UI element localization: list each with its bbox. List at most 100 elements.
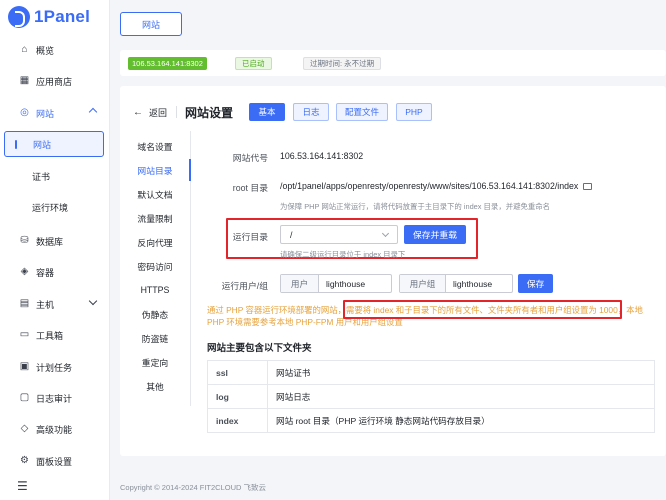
logo[interactable]: 1Panel xyxy=(8,6,90,28)
menu-item-default-doc[interactable]: 默认文档 xyxy=(120,183,190,205)
footer-copyright: Copyright © 2014-2024 FIT2CLOUD 飞致云 xyxy=(120,483,266,492)
arrow-left-icon: ← xyxy=(133,107,143,118)
group-prefix: 用户组 xyxy=(400,275,446,292)
page-title: 网站设置 xyxy=(185,106,234,120)
run-dir-hint: 请确保二级运行目录位于 index 目录下 xyxy=(280,250,406,259)
sidebar-item-containers[interactable]: ◈ 容器 xyxy=(0,259,110,285)
sidebar-item-app-store[interactable]: ▦ 应用商店 xyxy=(0,68,110,94)
home-icon: ⌂ xyxy=(21,44,28,55)
user-input[interactable]: lighthouse xyxy=(319,275,391,292)
folder-name: index xyxy=(207,408,268,433)
host-icon: ▤ xyxy=(19,298,30,309)
run-dir-selected-value: / xyxy=(290,230,293,240)
sidebar-subitem-runtime[interactable]: 运行环境 xyxy=(0,194,110,220)
menu-item-redirect[interactable]: 重定向 xyxy=(120,351,190,373)
apps-icon: ▦ xyxy=(19,75,30,86)
folder-description: 网站日志 xyxy=(267,384,655,409)
log-icon: ▢ xyxy=(19,392,30,403)
sidebar-item-cron[interactable]: ▣ 计划任务 xyxy=(0,354,110,380)
root-dir-hint: 为保障 PHP 网站正常运行，请将代码放置于主目录下的 index 目录，并避免… xyxy=(280,202,551,211)
site-code-label: 网站代号 xyxy=(232,153,268,163)
back-label: 返回 xyxy=(149,108,168,118)
sidebar-item-label: 应用商店 xyxy=(36,76,73,87)
sidebar-item-label: 日志审计 xyxy=(36,393,73,404)
run-dir-select[interactable]: / xyxy=(280,225,398,244)
logo-text: 1Panel xyxy=(34,7,91,26)
sidebar-subitem-label: 证书 xyxy=(32,171,51,182)
sidebar-item-websites[interactable]: ◎ 网站 xyxy=(0,100,110,126)
folders-table: ssl 网站证书 log 网站日志 index 网站 root 目录（PHP 运… xyxy=(207,360,655,433)
sidebar-item-overview[interactable]: ⌂ 概览 xyxy=(0,37,110,63)
tab-websites[interactable]: 网站 xyxy=(120,12,182,36)
expire-badge: 过期时间: 永不过期 xyxy=(303,57,382,70)
tab-logs[interactable]: 日志 xyxy=(293,103,329,121)
chevron-down-icon xyxy=(381,229,390,238)
sidebar-item-label: 工具箱 xyxy=(36,330,64,341)
user-prefix: 用户 xyxy=(281,275,319,292)
sidebar-item-panel-settings[interactable]: ⚙ 面板设置 xyxy=(0,448,110,474)
folder-icon[interactable] xyxy=(583,183,593,190)
group-input[interactable]: lighthouse xyxy=(446,275,512,292)
folder-name: log xyxy=(207,384,268,409)
site-code-value: 106.53.164.141:8302 xyxy=(280,151,364,161)
run-user-label: 运行用户/组 xyxy=(221,281,268,291)
divider xyxy=(176,106,177,118)
logo-icon xyxy=(8,6,30,28)
tab-basic[interactable]: 基本 xyxy=(249,103,285,121)
globe-icon: ◎ xyxy=(20,107,29,118)
sidebar-item-label: 计划任务 xyxy=(36,362,73,373)
folders-section-title: 网站主要包含以下文件夹 xyxy=(207,343,312,354)
sidebar-subitem-label: 网站 xyxy=(33,139,52,150)
save-button[interactable]: 保存 xyxy=(518,274,553,293)
menu-item-other[interactable]: 其他 xyxy=(120,375,190,397)
warning-text-start: 通过 PHP 容器运行环境部署的网站， xyxy=(207,305,346,315)
user-field[interactable]: 用户 lighthouse xyxy=(280,274,392,293)
menu-item-hotlink-protection[interactable]: 防盗链 xyxy=(120,327,190,349)
website-address-badge: 106.53.164.141:8302 xyxy=(128,57,207,70)
calendar-icon: ▣ xyxy=(19,361,30,372)
folder-name: ssl xyxy=(207,360,268,385)
toolbox-icon: ▭ xyxy=(19,329,30,340)
tab-php[interactable]: PHP xyxy=(396,103,432,121)
container-icon: ◈ xyxy=(20,266,29,277)
sidebar-item-label: 主机 xyxy=(36,299,55,310)
menu-item-rewrite[interactable]: 伪静态 xyxy=(120,303,190,325)
run-dir-label: 运行目录 xyxy=(232,232,268,242)
sidebar-item-label: 面板设置 xyxy=(36,456,73,467)
sidebar-subitem-certificates[interactable]: 证书 xyxy=(0,163,110,189)
menu-active-indicator xyxy=(189,159,191,181)
sidebar-item-log-audit[interactable]: ▢ 日志审计 xyxy=(0,385,110,411)
menu-collapse-icon[interactable]: ☰ xyxy=(17,479,28,493)
root-dir-value: /opt/1panel/apps/openresty/openresty/www… xyxy=(280,181,593,191)
chevron-up-icon xyxy=(88,107,98,117)
menu-item-site-directory[interactable]: 网站目录 xyxy=(120,159,190,181)
menu-item-password-access[interactable]: 密码访问 xyxy=(120,255,190,277)
sidebar-item-advanced[interactable]: ◇ 高级功能 xyxy=(0,416,110,442)
sidebar-item-database[interactable]: ⛁ 数据库 xyxy=(0,228,110,254)
sidebar-item-label: 高级功能 xyxy=(36,424,73,435)
chevron-down-icon xyxy=(88,296,98,306)
status-badge: 已启动 xyxy=(235,57,272,70)
table-row: index 网站 root 目录（PHP 运行环境 静态网站代码存放目录） xyxy=(207,408,655,433)
group-field[interactable]: 用户组 lighthouse xyxy=(399,274,513,293)
database-icon: ⛁ xyxy=(20,235,29,246)
sidebar-subitem-websites[interactable]: 网站 xyxy=(4,131,104,157)
menu-item-https[interactable]: HTTPS xyxy=(120,279,190,301)
root-dir-label: root 目录 xyxy=(232,183,268,193)
folder-description: 网站 root 目录（PHP 运行环境 静态网站代码存放目录） xyxy=(267,408,655,433)
sidebar: 1Panel ⌂ 概览 ▦ 应用商店 ◎ 网站 网站 证书 运行环境 ⛁ 数据库 ◈ 容器… xyxy=(0,0,110,500)
sidebar-item-label: 网站 xyxy=(36,108,55,119)
diamond-icon: ◇ xyxy=(20,423,29,434)
menu-item-traffic-limit[interactable]: 流量限制 xyxy=(120,207,190,229)
table-row: log 网站日志 xyxy=(207,384,655,409)
sidebar-item-host[interactable]: ▤ 主机 xyxy=(0,291,110,317)
sidebar-item-label: 概览 xyxy=(36,45,55,56)
tab-config-file[interactable]: 配置文件 xyxy=(336,103,388,121)
save-reload-button[interactable]: 保存并重载 xyxy=(404,225,466,244)
highlight-box-warning xyxy=(343,300,622,319)
sidebar-item-label: 数据库 xyxy=(36,236,64,247)
menu-item-domain[interactable]: 域名设置 xyxy=(120,135,190,157)
menu-item-reverse-proxy[interactable]: 反向代理 xyxy=(120,231,190,253)
sidebar-item-toolbox[interactable]: ▭ 工具箱 xyxy=(0,322,110,348)
back-button[interactable]: ← 返回 xyxy=(133,106,167,119)
